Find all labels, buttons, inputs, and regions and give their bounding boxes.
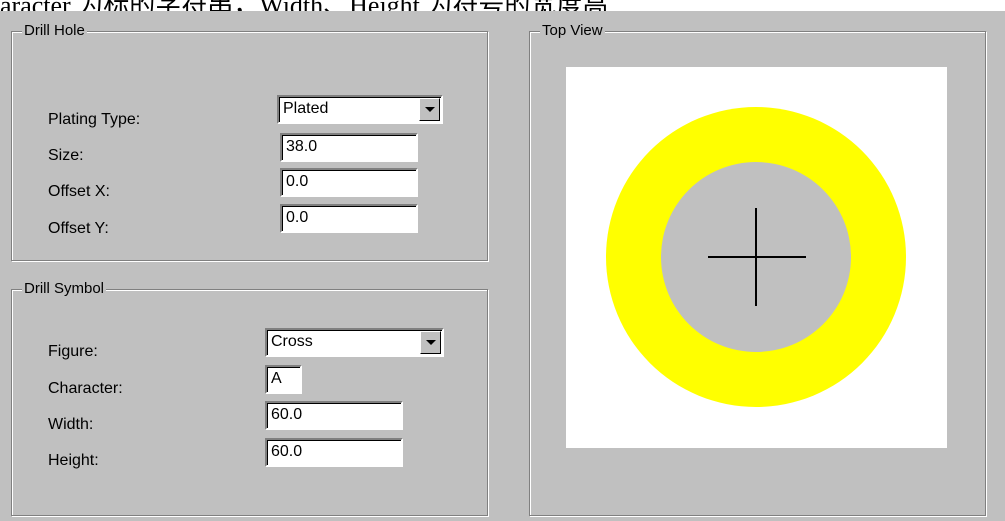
- height-input[interactable]: 60.0: [265, 438, 403, 467]
- offset-x-input[interactable]: 0.0: [280, 168, 418, 197]
- offset-x-label: Offset X:: [48, 183, 110, 200]
- figure-value: Cross: [271, 333, 313, 350]
- height-input-value: 60.0: [271, 443, 303, 460]
- figure-dropdown[interactable]: Cross: [265, 328, 444, 357]
- size-label: Size:: [48, 147, 84, 164]
- top-view-group-title: Top View: [540, 22, 605, 40]
- top-view-canvas: [566, 67, 947, 448]
- width-input-value: 60.0: [271, 406, 303, 423]
- character-input[interactable]: A: [265, 365, 302, 394]
- pad-preview: [606, 107, 906, 407]
- chevron-down-icon: [426, 340, 436, 345]
- offset-y-label: Offset Y:: [48, 220, 109, 237]
- size-input-value: 38.0: [286, 138, 318, 155]
- width-label: Width:: [48, 416, 94, 433]
- plating-type-value: Plated: [283, 100, 329, 117]
- offset-y-input[interactable]: 0.0: [280, 204, 418, 233]
- figure-label: Figure:: [48, 343, 98, 360]
- chevron-down-icon: [425, 107, 435, 112]
- figure-dropdown-button[interactable]: [420, 331, 441, 354]
- plating-type-dropdown[interactable]: Plated: [277, 95, 443, 124]
- drill-symbol-group-title: Drill Symbol: [22, 280, 107, 298]
- plating-type-dropdown-button[interactable]: [419, 98, 440, 121]
- offset-x-input-value: 0.0: [286, 173, 309, 190]
- drill-hole-group-title: Drill Hole: [22, 22, 87, 40]
- size-input[interactable]: 38.0: [280, 133, 418, 162]
- plating-type-label: Plating Type:: [48, 111, 141, 128]
- drill-hole-group: Drill Hole Plating Type: Plated Size: 38…: [11, 22, 488, 261]
- drill-symbol-group: Drill Symbol Figure: Cross Character: A …: [11, 280, 488, 516]
- height-label: Height:: [48, 452, 99, 469]
- character-label: Character:: [48, 380, 123, 397]
- width-input[interactable]: 60.0: [265, 401, 403, 430]
- character-input-value: A: [271, 370, 282, 387]
- offset-y-input-value: 0.0: [286, 209, 309, 226]
